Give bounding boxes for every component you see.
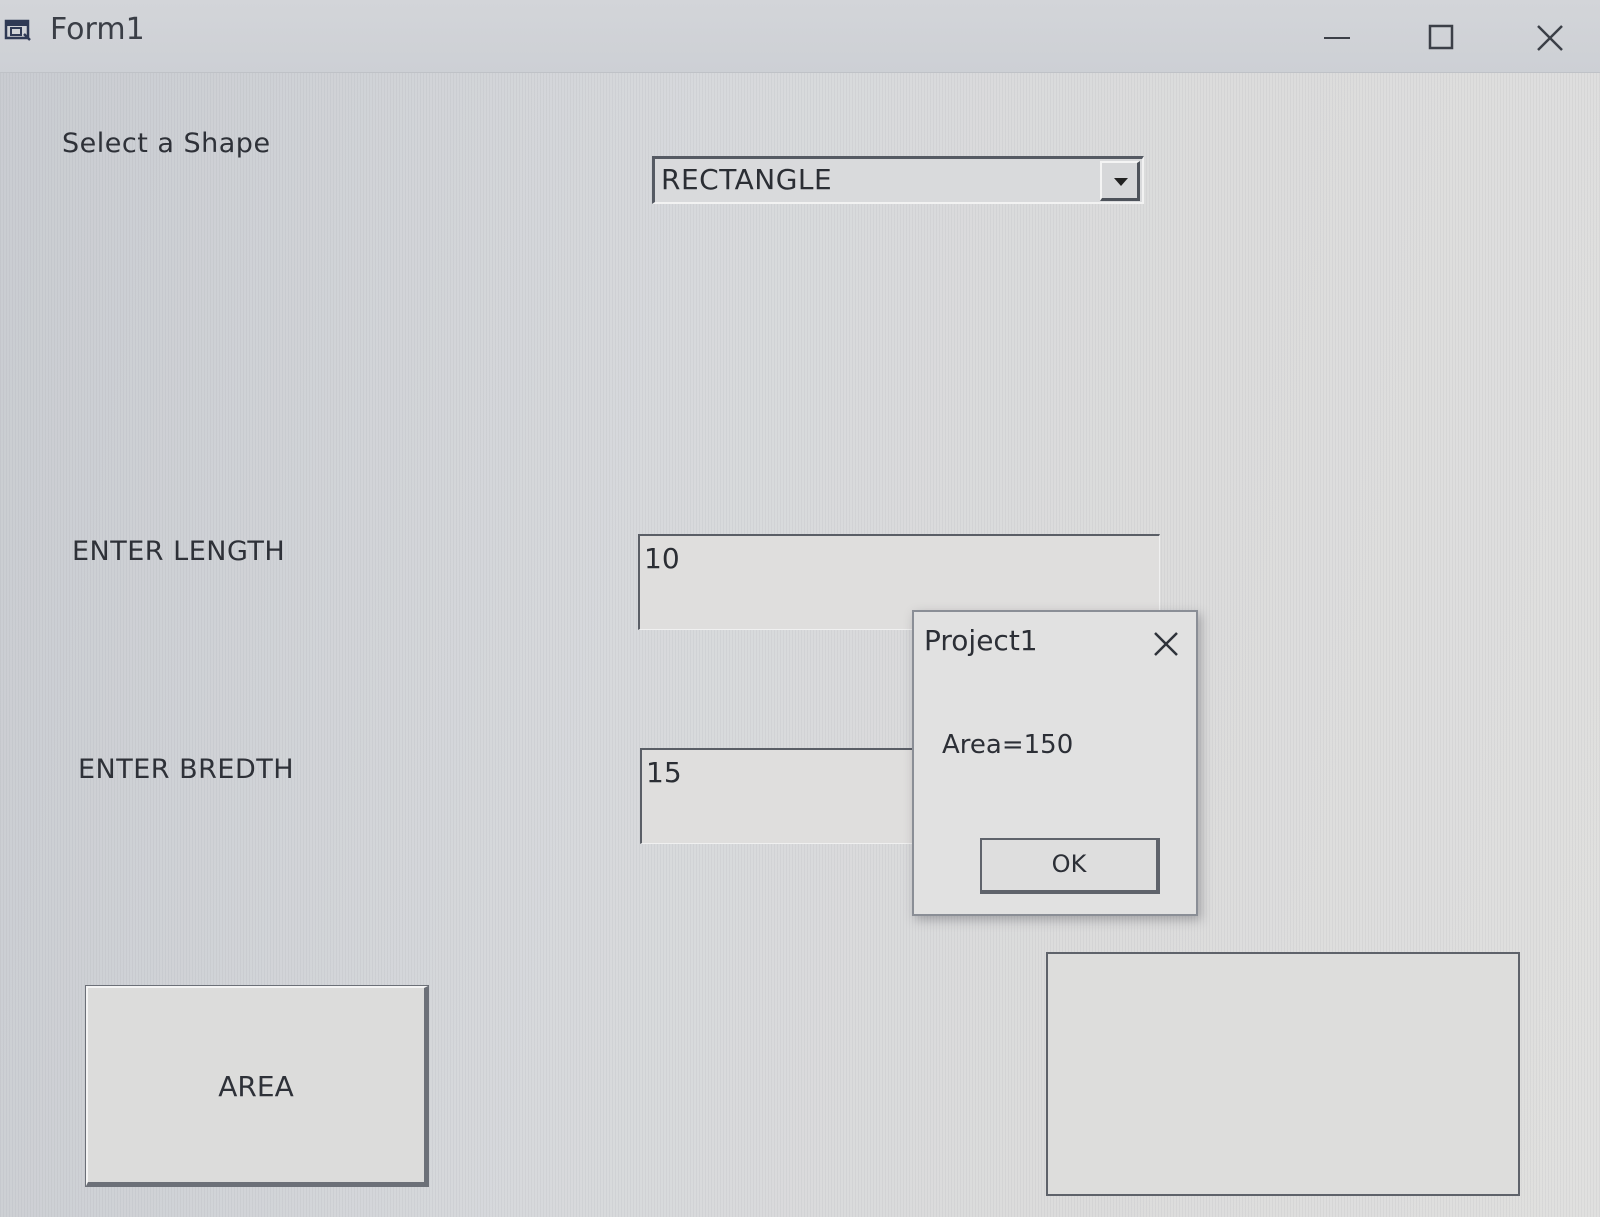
area-button[interactable]: AREA bbox=[85, 985, 429, 1187]
length-label: ENTER LENGTH bbox=[72, 536, 286, 567]
picture-box bbox=[1046, 952, 1520, 1196]
maximize-icon[interactable] bbox=[1424, 18, 1464, 58]
ok-button[interactable]: OK bbox=[980, 838, 1160, 894]
chevron-down-icon[interactable] bbox=[1100, 161, 1140, 201]
minimize-icon[interactable] bbox=[1318, 18, 1358, 58]
ok-button-label: OK bbox=[1051, 850, 1087, 878]
close-icon[interactable] bbox=[1152, 630, 1180, 658]
shape-combo-value: RECTANGLE bbox=[661, 163, 833, 196]
message-box-title: Project1 bbox=[924, 624, 1038, 657]
close-icon[interactable] bbox=[1532, 18, 1572, 58]
window-title: Form1 bbox=[50, 12, 145, 47]
area-button-label: AREA bbox=[218, 1070, 294, 1103]
message-text: Area=150 bbox=[942, 730, 1074, 760]
form-window-icon bbox=[4, 16, 34, 42]
title-bar[interactable]: Form1 bbox=[0, 0, 1600, 73]
select-shape-label: Select a Shape bbox=[62, 128, 271, 159]
bredth-input[interactable]: 15 bbox=[640, 748, 920, 844]
bredth-label: ENTER BREDTH bbox=[78, 754, 295, 785]
message-box: Project1 Area=150 OK bbox=[912, 610, 1198, 916]
shape-combo[interactable]: RECTANGLE bbox=[652, 156, 1144, 204]
